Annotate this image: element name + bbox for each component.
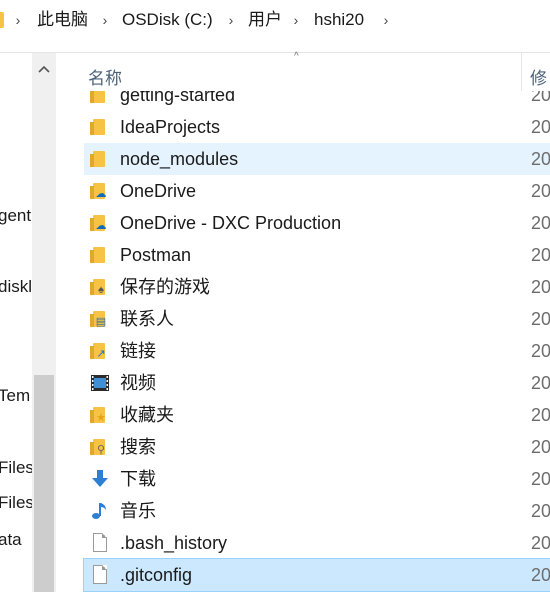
file-icon xyxy=(90,565,110,585)
downloads-folder-icon xyxy=(90,469,110,489)
file-name: .bash_history xyxy=(120,533,228,553)
file-date: 20 xyxy=(531,277,550,297)
chevron-right-icon[interactable]: › xyxy=(290,10,302,30)
file-date: 20 xyxy=(531,245,550,265)
file-date: 20 xyxy=(531,501,550,521)
file-row[interactable]: ☁ OneDrive - DXC Production 20 xyxy=(84,207,550,239)
file-name: 链接 xyxy=(120,341,156,361)
nav-item-label[interactable]: Files xyxy=(0,458,34,478)
file-rows: getting-started 20 IdeaProjects 20 node_modu… xyxy=(58,53,550,592)
navigation-pane: gent diskl Tem Files Files ata xyxy=(0,53,58,592)
file-name: OneDrive xyxy=(120,181,197,201)
saved-games-folder-icon: ♠ xyxy=(90,277,110,297)
address-bar[interactable]: › 此电脑 › OSDisk (C:) › 用户 › hshi20 › xyxy=(0,0,550,40)
breadcrumb-osdisk[interactable]: OSDisk (C:) xyxy=(122,10,213,30)
links-folder-icon: ↗ xyxy=(90,341,110,361)
file-date: 20 xyxy=(531,437,550,457)
breadcrumb-users[interactable]: 用户 xyxy=(248,10,282,30)
file-row[interactable]: ⚲ 搜索 20 xyxy=(84,431,550,463)
file-date: 20 xyxy=(531,181,550,201)
music-folder-icon xyxy=(90,501,110,521)
file-row[interactable]: ☁ OneDrive 20 xyxy=(84,175,550,207)
file-date: 20 xyxy=(531,469,550,489)
file-date: 20 xyxy=(531,373,550,393)
file-name: 音乐 xyxy=(120,501,156,521)
folder-icon xyxy=(0,12,4,28)
onedrive-folder-icon: ☁ xyxy=(90,181,110,201)
file-date: 20 xyxy=(531,341,550,361)
file-list: getting-started 20 IdeaProjects 20 node_modu… xyxy=(58,51,550,592)
favorites-folder-icon: ★ xyxy=(90,405,110,425)
file-date: 20 xyxy=(531,309,550,329)
chevron-right-icon[interactable]: › xyxy=(225,10,237,30)
file-name: Postman xyxy=(120,245,192,265)
file-name: OneDrive - DXC Production xyxy=(120,213,342,233)
file-date: 20 xyxy=(531,117,550,137)
column-divider[interactable] xyxy=(521,53,522,91)
file-row[interactable]: IdeaProjects 20 xyxy=(84,111,550,143)
file-row[interactable]: Postman 20 xyxy=(84,239,550,271)
file-name: node_modules xyxy=(120,149,239,169)
file-row[interactable]: ★ 收藏夹 20 xyxy=(84,399,550,431)
nav-item-label[interactable]: diskl xyxy=(0,277,32,297)
file-date: 20 xyxy=(531,213,550,233)
file-row[interactable]: ♠ 保存的游戏 20 xyxy=(84,271,550,303)
file-name: 保存的游戏 xyxy=(120,277,210,297)
scroll-up-icon[interactable] xyxy=(32,57,56,81)
scrollbar-thumb[interactable] xyxy=(34,375,54,592)
folder-icon xyxy=(90,149,110,169)
file-date: 20 xyxy=(531,149,550,169)
file-row[interactable]: .gitconfig 20 xyxy=(83,558,550,592)
chevron-right-icon[interactable]: › xyxy=(380,10,392,30)
file-name: 搜索 xyxy=(120,437,156,457)
file-name: 联系人 xyxy=(120,309,174,329)
nav-item-label[interactable]: gent xyxy=(0,206,31,226)
nav-item-label[interactable]: Tem xyxy=(0,386,30,406)
file-name: 视频 xyxy=(120,373,156,393)
folder-icon xyxy=(90,117,110,137)
file-name: 收藏夹 xyxy=(120,405,174,425)
onedrive-folder-icon: ☁ xyxy=(90,213,110,233)
searches-folder-icon: ⚲ xyxy=(90,437,110,457)
videos-folder-icon xyxy=(90,373,110,393)
chevron-right-icon[interactable]: › xyxy=(99,10,111,30)
chevron-right-icon[interactable]: › xyxy=(12,10,24,30)
column-modified-header[interactable]: 修 xyxy=(530,64,547,89)
file-row[interactable]: ▤ 联系人 20 xyxy=(84,303,550,335)
breadcrumb-this-pc[interactable]: 此电脑 xyxy=(37,10,88,30)
file-date: 20 xyxy=(531,565,550,585)
breadcrumb-hshi20[interactable]: hshi20 xyxy=(314,10,364,30)
file-row[interactable]: 音乐 20 xyxy=(84,495,550,527)
file-row[interactable]: 视频 20 xyxy=(84,367,550,399)
nav-item-label[interactable]: ata xyxy=(0,530,22,550)
folder-icon xyxy=(90,245,110,265)
file-name: .gitconfig xyxy=(120,565,193,585)
column-header: ^ 名称 修 xyxy=(58,51,550,91)
file-date: 20 xyxy=(531,533,550,553)
sort-ascending-icon: ^ xyxy=(294,51,299,62)
file-row[interactable]: .bash_history 20 xyxy=(84,527,550,559)
column-name-header[interactable]: 名称 xyxy=(88,64,122,89)
nav-item-label[interactable]: Files xyxy=(0,493,34,513)
contacts-folder-icon: ▤ xyxy=(90,309,110,329)
file-row[interactable]: node_modules 20 xyxy=(84,143,550,175)
file-date: 20 xyxy=(531,405,550,425)
file-name: IdeaProjects xyxy=(120,117,221,137)
file-row[interactable]: ↗ 链接 20 xyxy=(84,335,550,367)
file-row[interactable]: 下载 20 xyxy=(84,463,550,495)
file-name: 下载 xyxy=(120,469,156,489)
file-icon xyxy=(90,533,110,553)
nav-scrollbar[interactable] xyxy=(32,53,56,592)
